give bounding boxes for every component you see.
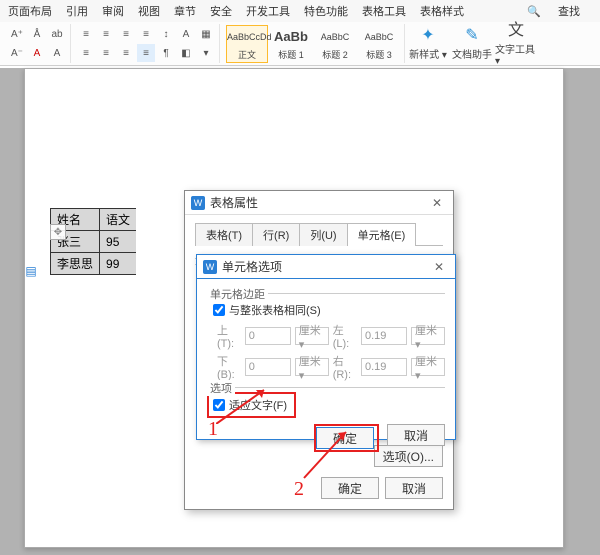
checkbox-input[interactable]	[213, 399, 225, 411]
font-shrink-icon[interactable]: A⁻	[8, 44, 26, 62]
page-area: ▤ 姓名语文 张三95 李思思99 ✥ W 表格属性 ✕ 表格(T) 行(R) …	[0, 68, 600, 555]
app-logo-icon: W	[191, 196, 205, 210]
text-tools-button[interactable]: 文文字工具 ▾	[495, 24, 537, 63]
table-row: 李思思99	[51, 253, 137, 275]
line-spacing-icon[interactable]: ↕	[157, 25, 175, 43]
dialog-tabs: 表格(T) 行(R) 列(U) 单元格(E)	[195, 223, 443, 246]
margin-bottom-input[interactable]: 0	[245, 358, 291, 376]
font-script-icon[interactable]: Å	[28, 25, 46, 43]
new-style-button[interactable]: ✦新样式 ▾	[407, 24, 449, 63]
annotation-number-2: 2	[294, 478, 304, 501]
align-right-icon[interactable]: ≡	[117, 44, 135, 62]
annotation-highlight-2: 确定	[314, 424, 379, 452]
indent-dec-icon[interactable]: ≡	[117, 25, 135, 43]
tab-column[interactable]: 列(U)	[299, 223, 347, 246]
doc-assistant-button[interactable]: ✎文档助手	[451, 24, 493, 63]
style-thumb-h1[interactable]: AaBb标题 1	[270, 25, 312, 63]
align-center-icon[interactable]: ≡	[97, 44, 115, 62]
align-justify-icon[interactable]: ≡	[137, 44, 155, 62]
checkbox-input[interactable]	[213, 304, 225, 316]
dialog-title: 单元格选项	[222, 258, 282, 275]
list-number-icon[interactable]: ≡	[97, 25, 115, 43]
style-thumb-body[interactable]: AaBbCcDd正文	[226, 25, 268, 63]
section-icon[interactable]: ▤	[22, 262, 40, 280]
indent-inc-icon[interactable]: ≡	[137, 25, 155, 43]
menu-item[interactable]: 特色功能	[304, 3, 348, 19]
font-color-icon[interactable]: A	[28, 44, 46, 62]
cell-options-dialog: W 单元格选项 ✕ 单元格边距 与整张表格相同(S) 上(T): 0 厘米 ▾ …	[196, 254, 456, 440]
close-icon[interactable]: ✕	[427, 196, 447, 210]
paragraph-icon[interactable]: ¶	[157, 44, 175, 62]
search-icon: 🔍	[527, 5, 541, 18]
inner-cancel-button[interactable]: 取消	[387, 424, 445, 446]
menu-item[interactable]: 引用	[66, 3, 88, 19]
unit-select[interactable]: 厘米 ▾	[411, 327, 445, 345]
dialog-titlebar[interactable]: W 表格属性 ✕	[185, 191, 453, 215]
menu-item[interactable]: 视图	[138, 3, 160, 19]
style-thumb-h2[interactable]: AaBbC标题 2	[314, 25, 356, 63]
unit-select[interactable]: 厘米 ▾	[295, 358, 329, 376]
text-dir-icon[interactable]: A	[177, 25, 195, 43]
document-table[interactable]: 姓名语文 张三95 李思思99	[50, 208, 136, 275]
tab-cell[interactable]: 单元格(E)	[347, 223, 417, 246]
dialog-titlebar[interactable]: W 单元格选项 ✕	[197, 255, 455, 279]
outer-ok-button[interactable]: 确定	[321, 477, 379, 499]
font-grow-icon[interactable]: A⁺	[8, 25, 26, 43]
menu-item[interactable]: 安全	[210, 3, 232, 19]
list-bullet-icon[interactable]: ≡	[77, 25, 95, 43]
menu-item[interactable]: 章节	[174, 3, 196, 19]
unit-select[interactable]: 厘米 ▾	[295, 327, 329, 345]
menu-item[interactable]: 页面布局	[8, 3, 52, 19]
fit-text-checkbox[interactable]: 适应文字(F)	[213, 397, 287, 413]
app-logo-icon: W	[203, 260, 217, 274]
same-as-table-checkbox[interactable]: 与整张表格相同(S)	[213, 302, 445, 318]
pencil-icon: ✎	[465, 26, 478, 46]
options-fieldset: 选项 适应文字(F)	[207, 387, 445, 418]
tools-icon[interactable]: ▾	[197, 44, 215, 62]
text-icon: 文	[508, 21, 524, 41]
border-icon[interactable]: ▦	[197, 25, 215, 43]
align-left-icon[interactable]: ≡	[77, 44, 95, 62]
move-handle-icon[interactable]: ✥	[50, 224, 66, 240]
style-gallery[interactable]: AaBbCcDd正文 AaBb标题 1 AaBbC标题 2 AaBbC标题 3	[222, 24, 405, 63]
margin-left-input[interactable]: 0.19	[361, 327, 407, 345]
dialog-title: 表格属性	[210, 194, 258, 211]
close-icon[interactable]: ✕	[429, 260, 449, 274]
menu-item[interactable]: 表格工具	[362, 3, 406, 19]
margin-top-input[interactable]: 0	[245, 327, 291, 345]
shading-icon[interactable]: ◧	[177, 44, 195, 62]
inner-ok-button[interactable]: 确定	[316, 427, 374, 449]
tab-row[interactable]: 行(R)	[252, 223, 300, 246]
highlight-icon[interactable]: ab	[48, 25, 66, 43]
margin-right-input[interactable]: 0.19	[361, 358, 407, 376]
sparkle-icon: ✦	[421, 26, 434, 46]
font-effect-icon[interactable]: A	[48, 44, 66, 62]
unit-select[interactable]: 厘米 ▾	[411, 358, 445, 376]
menu-item[interactable]: 表格样式	[420, 3, 464, 19]
style-thumb-h3[interactable]: AaBbC标题 3	[358, 25, 400, 63]
menu-item[interactable]: 开发工具	[246, 3, 290, 19]
search-button[interactable]: 🔍查找	[527, 3, 594, 19]
menu-item[interactable]: 审阅	[102, 3, 124, 19]
annotation-number-1: 1	[208, 418, 218, 441]
ribbon: A⁺ A⁻ Å A ab A ≡≡ ≡≡ ≡≡ ≡≡ ↕¶ A◧ ▦▾ AaBb…	[0, 22, 600, 66]
tab-table[interactable]: 表格(T)	[195, 223, 253, 246]
cell-margin-fieldset: 单元格边距 与整张表格相同(S) 上(T): 0 厘米 ▾ 左(L): 0.19…	[207, 293, 445, 381]
outer-cancel-button[interactable]: 取消	[385, 477, 443, 499]
menu-bar: 页面布局 引用 审阅 视图 章节 安全 开发工具 特色功能 表格工具 表格样式 …	[0, 0, 600, 22]
